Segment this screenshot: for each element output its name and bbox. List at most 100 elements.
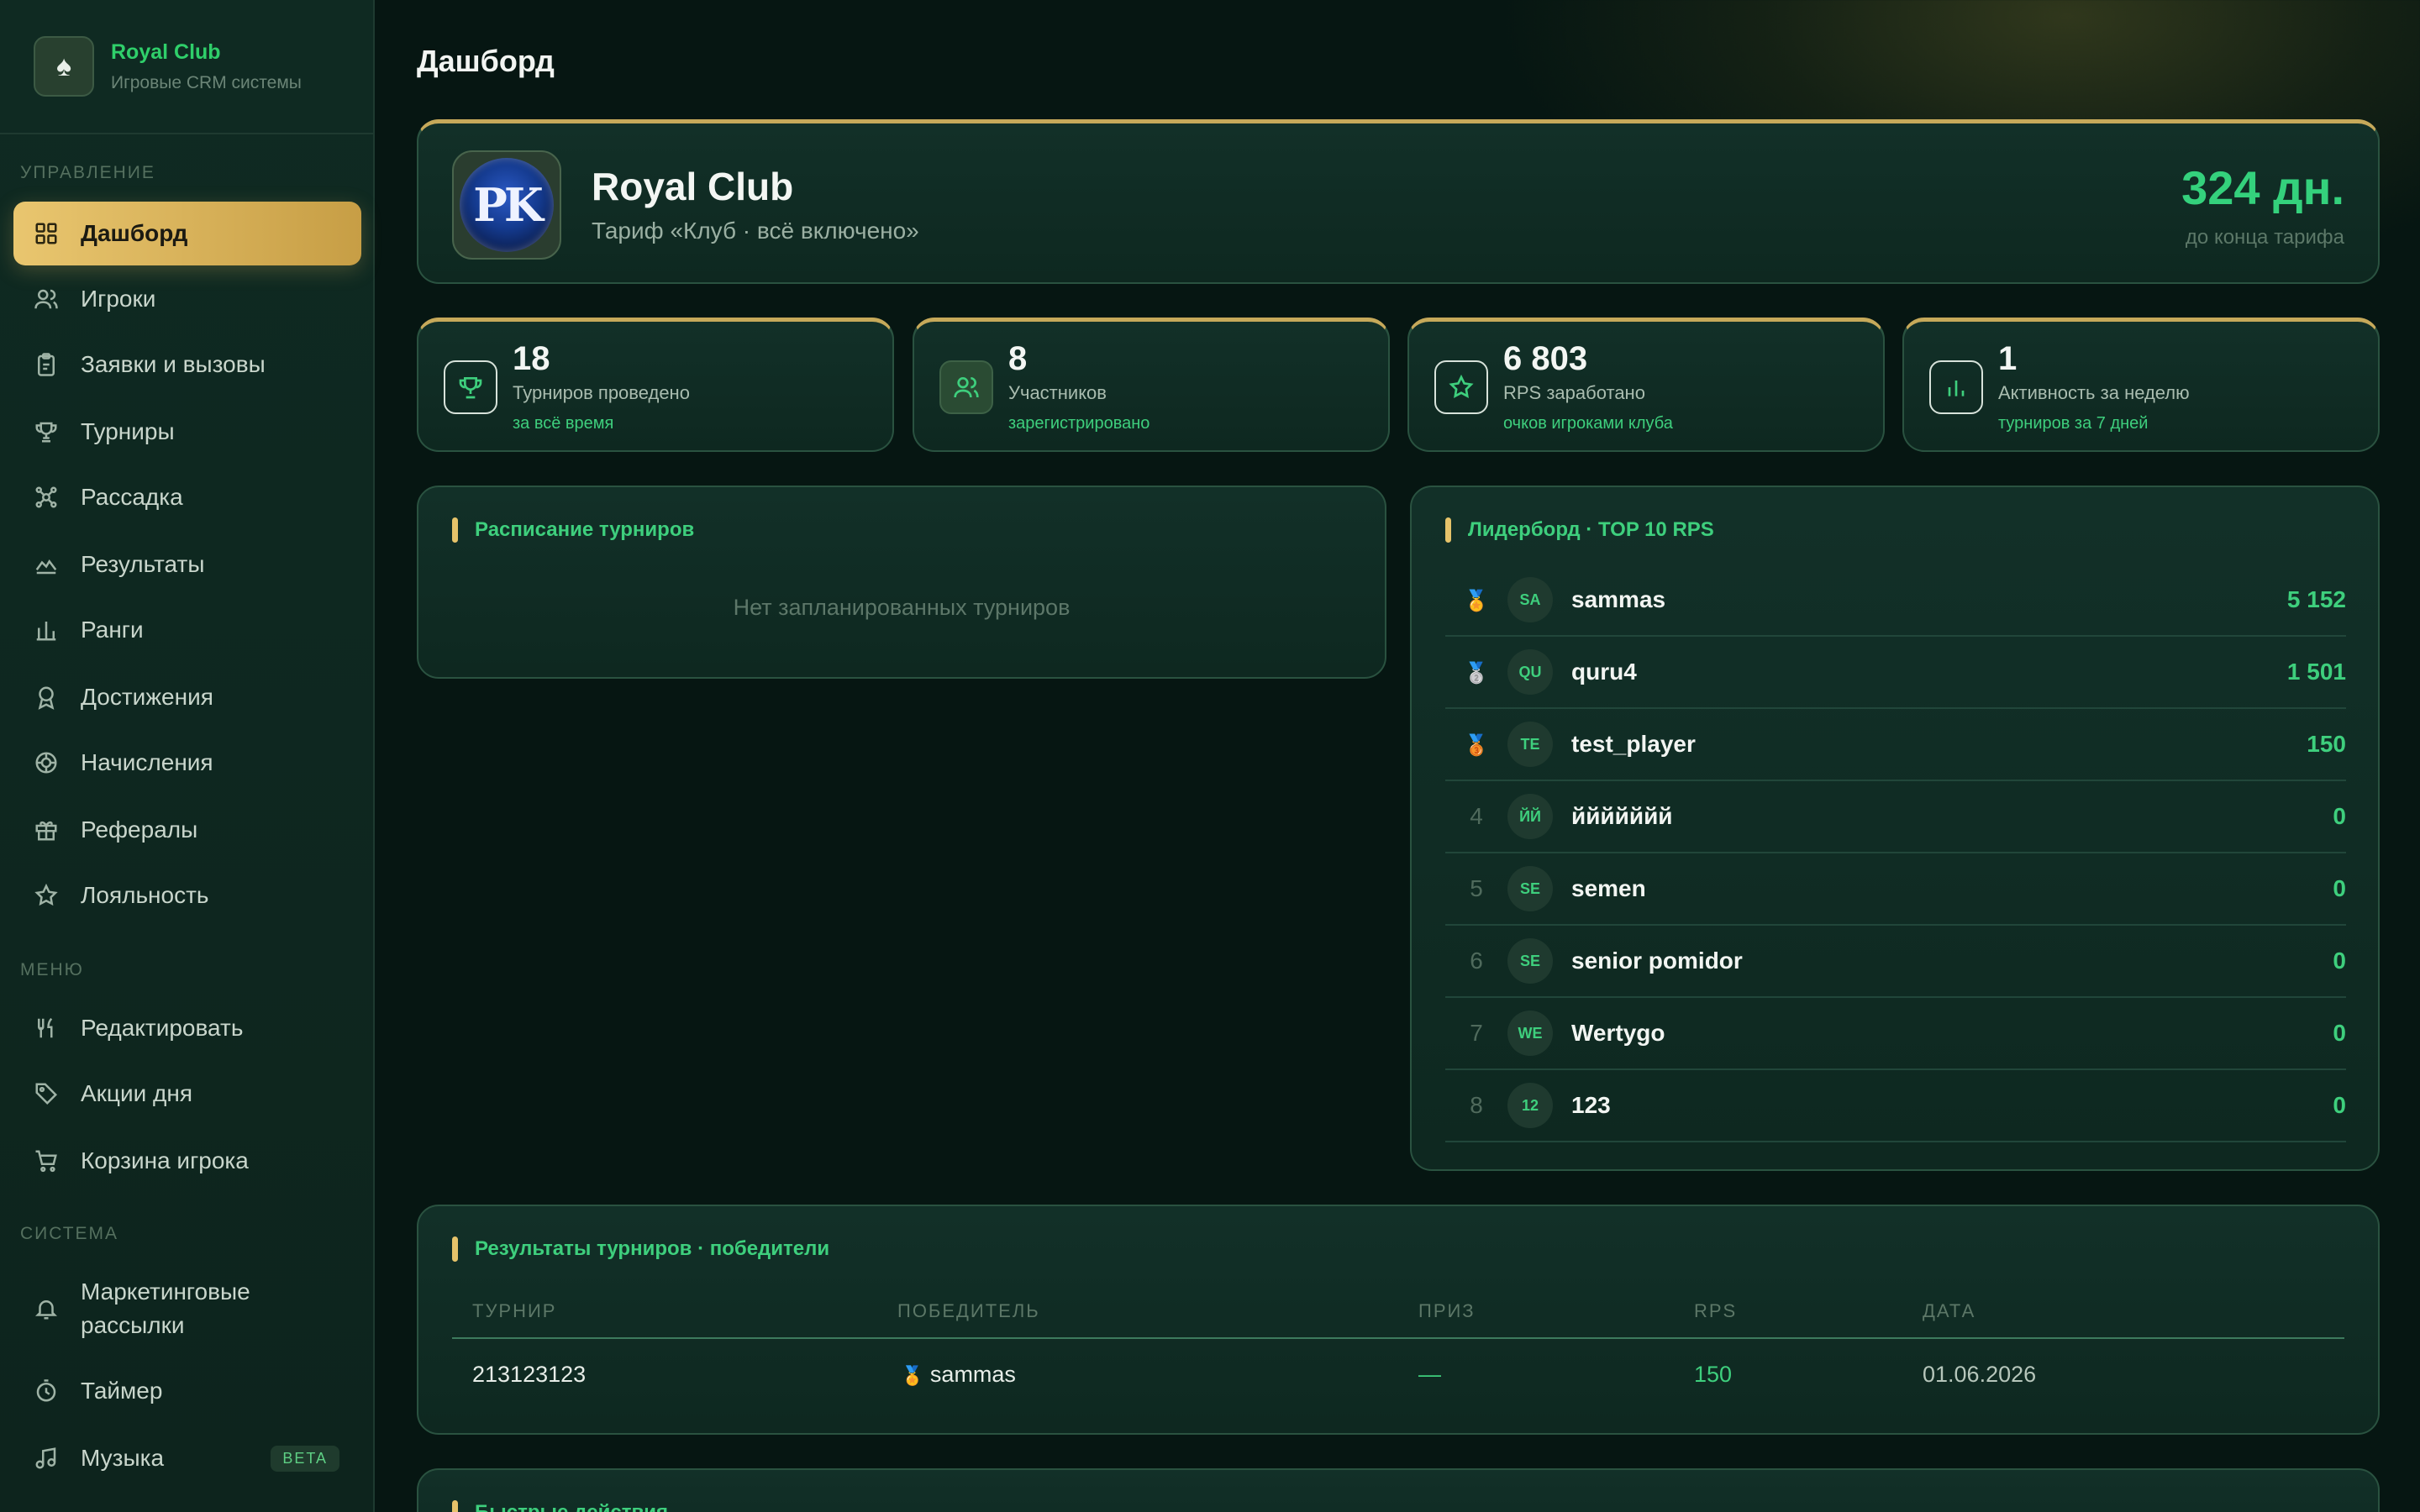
sidebar-item-label: Турниры — [81, 418, 175, 444]
winner-name: sammas — [929, 1362, 1016, 1387]
cart-icon — [35, 1150, 57, 1173]
stat-label: Участников — [1008, 382, 1107, 403]
rank-number: 8 — [1470, 1092, 1483, 1118]
sidebar-item-seating[interactable]: Рассадка — [13, 465, 361, 529]
star-icon — [1434, 360, 1488, 414]
section-system: СИСТЕМА — [20, 1224, 119, 1243]
results-title-wrap: Результаты турниров · победители — [452, 1236, 829, 1262]
stat-label: Турниров проведено — [513, 382, 690, 403]
brand[interactable]: ♠ Royal Club Игровые CRM системы — [0, 0, 373, 134]
stat-card-participants: 8 Участников зарегистрировано — [913, 318, 1390, 452]
sidebar-item-label: Рассадка — [81, 484, 183, 510]
coins-icon — [35, 752, 57, 774]
cell-winner: 🏅 sammas — [901, 1357, 1016, 1393]
sidebar-item-label: Маркетинговые рассылки — [81, 1278, 250, 1338]
player-score: 1 501 — [2286, 659, 2346, 685]
cell-prize: — — [1418, 1362, 1441, 1387]
column-header-prize: ПРИЗ — [1418, 1300, 1476, 1321]
sidebar-item-loyalty[interactable]: Лояльность — [13, 864, 361, 927]
timer-icon — [36, 1379, 56, 1402]
avatar: ЙЙ — [1507, 794, 1553, 839]
sidebar-item-label: Корзина игрока — [81, 1147, 249, 1173]
sidebar-item-dashboard[interactable]: Дашборд — [13, 202, 361, 265]
leaderboard-row[interactable]: 4 ЙЙ ййййййй 0 — [1445, 781, 2346, 853]
trophy-icon — [444, 360, 497, 414]
leaderboard-row[interactable]: 5 SE semen 0 — [1445, 853, 2346, 926]
stat-card-rps: 6 803 RPS заработано очков игроками клуб… — [1407, 318, 1885, 452]
player-score: 0 — [2333, 803, 2346, 829]
leaderboard-row[interactable]: 🥈 QU quru4 1 501 — [1445, 637, 2346, 709]
sidebar-item-timer[interactable]: Таймер — [13, 1359, 361, 1423]
sidebar-item-label: Ранги — [81, 617, 144, 643]
avatar: QU — [1507, 649, 1553, 695]
stat-value: 1 — [1998, 340, 2018, 377]
section-management: УПРАВЛЕНИЕ — [20, 163, 155, 182]
sidebar-item-accruals[interactable]: Начисления — [13, 731, 361, 795]
sidebar-item-label: Достижения — [81, 684, 213, 710]
sidebar-item-players[interactable]: Игроки — [13, 267, 361, 331]
stat-card-tournaments: 18 Турниров проведено за всё время — [417, 318, 894, 452]
sidebar-item-referrals[interactable]: Рефералы — [13, 798, 361, 862]
player-name: semen — [1571, 875, 1646, 901]
days-left: 324 дн. — [2181, 161, 2344, 214]
club-card: PK Royal Club Тариф «Клуб · всё включено… — [417, 119, 2380, 284]
sidebar-item-tournaments[interactable]: Турниры — [13, 400, 361, 464]
player-score: 150 — [2307, 731, 2346, 757]
chart-area-icon — [35, 559, 57, 575]
avatar: WE — [1507, 1011, 1553, 1056]
sidebar-item-ranks[interactable]: Ранги — [13, 598, 361, 662]
avatar: SE — [1507, 938, 1553, 984]
sidebar-item-label: Таймер — [81, 1378, 163, 1404]
stat-sub: зарегистрировано — [1008, 414, 1150, 433]
leaderboard-row[interactable]: 7 WE Wertygo 0 — [1445, 998, 2346, 1070]
title-accent-bar — [1445, 517, 1451, 543]
sidebar-item-label: Музыка — [81, 1445, 165, 1471]
leaderboard-row[interactable]: 🏅 SA sammas 5 152 — [1445, 564, 2346, 637]
column-header-rps: RPS — [1694, 1300, 1738, 1321]
column-header-winner: ПОБЕДИТЕЛЬ — [897, 1300, 1040, 1321]
player-name: quru4 — [1571, 659, 1637, 685]
player-score: 0 — [2333, 1020, 2346, 1046]
player-score: 0 — [2333, 875, 2346, 901]
sidebar: ♠ Royal Club Игровые CRM системы УПРАВЛЕ… — [0, 0, 375, 1512]
player-score: 0 — [2333, 948, 2346, 974]
sidebar-item-edit[interactable]: Редактировать — [13, 996, 361, 1060]
rank-number: 4 — [1470, 803, 1483, 829]
quick-actions-title-wrap: Быстрые действия — [452, 1500, 668, 1512]
stat-value: 18 — [513, 340, 550, 377]
sidebar-item-results[interactable]: Результаты — [13, 533, 361, 596]
sidebar-item-music[interactable]: Музыка BETA — [13, 1426, 361, 1490]
cell-date: 01.06.2026 — [1923, 1362, 2037, 1387]
sidebar-item-marketing[interactable]: Маркетинговые рассылки — [13, 1272, 361, 1346]
utensils-icon — [38, 1017, 53, 1038]
sidebar-item-achievements[interactable]: Достижения — [13, 665, 361, 729]
stat-sub: очков игроками клуба — [1503, 414, 1673, 433]
leaderboard-row[interactable]: 🥉 TE test_player 150 — [1445, 709, 2346, 781]
results-title: Результаты турниров · победители — [475, 1237, 830, 1260]
leaderboard-row[interactable]: 6 SE senior pomidor 0 — [1445, 926, 2346, 998]
avatar: SA — [1507, 577, 1553, 622]
cell-rps: 150 — [1694, 1362, 1733, 1387]
club-logo: PK — [452, 150, 561, 260]
leaderboard-row[interactable]: 8 12 123 0 — [1445, 1070, 2346, 1142]
quick-actions-card: Быстрые действия — [417, 1468, 2380, 1512]
sidebar-item-promotions[interactable]: Акции дня — [13, 1062, 361, 1126]
leaderboard-title-wrap: Лидерборд · TOP 10 RPS — [1445, 517, 1714, 543]
users-icon — [939, 360, 993, 414]
club-name: Royal Club — [592, 165, 794, 208]
sidebar-item-cart[interactable]: Корзина игрока — [13, 1129, 361, 1193]
sidebar-item-requests[interactable]: Заявки и вызовы — [13, 333, 361, 396]
player-name: senior pomidor — [1571, 948, 1743, 974]
player-name: sammas — [1571, 586, 1666, 612]
player-score: 5 152 — [2286, 586, 2346, 612]
gold-medal-icon: 🏅 — [1464, 590, 1489, 612]
silver-medal-icon: 🥈 — [1464, 662, 1489, 685]
page-title: Дашборд — [417, 44, 555, 78]
sidebar-item-label: Акции дня — [81, 1080, 192, 1106]
stat-label: RPS заработано — [1503, 382, 1645, 403]
stat-label: Активность за неделю — [1998, 382, 2190, 403]
sidebar-item-label: Лояльность — [81, 882, 209, 908]
column-header-tournament: ТУРНИР — [472, 1300, 557, 1321]
tag-icon — [35, 1083, 58, 1105]
player-name: Wertygo — [1571, 1020, 1665, 1046]
